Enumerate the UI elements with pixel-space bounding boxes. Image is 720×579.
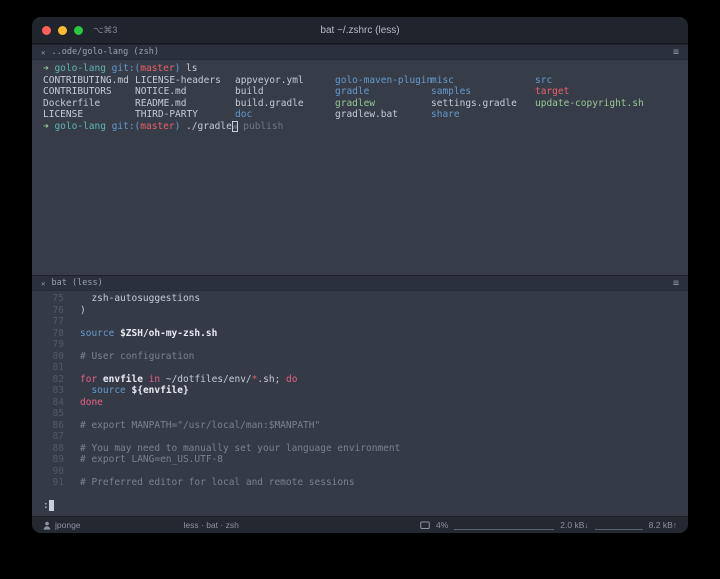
cpu-usage: 4% [436,520,448,530]
file-line: 91# Preferred editor for local and remot… [32,477,688,489]
file-line: 78source $ZSH/oh-my-zsh.sh [32,328,688,340]
top-pane-title: ..ode/golo-lang (zsh) [52,47,159,57]
file-line: 76) [32,305,688,317]
file-entry: samples [431,86,535,98]
status-widgets: 4% 2.0 kB↓ 8.2 kB↑ [420,520,677,530]
file-line: 86# export MANPATH="/usr/local/man:$MANP… [32,420,688,432]
prompt-line-current: ➜ golo-lang git:(master) ./gradlew publi… [43,121,688,133]
line-number: 91 [32,477,64,489]
close-pane-icon[interactable]: ✕ [41,48,46,57]
file-entry: build.gradle [235,98,335,110]
network-graph [595,520,643,530]
line-number: 81 [32,362,64,374]
line-number: 89 [32,454,64,466]
shell-pane[interactable]: ➜ golo-lang git:(master) ls CONTRIBUTING… [32,60,688,275]
status-bar: jponge less · bat · zsh 4% 2.0 kB↓ 8.2 k… [32,516,688,533]
file-line: 88# You may need to manually set your la… [32,443,688,455]
file-entry: THIRD-PARTY [135,109,235,121]
file-entry: build [235,86,335,98]
file-entry: gradlew [335,98,431,110]
close-window-button[interactable] [42,26,51,35]
ls-output: CONTRIBUTING.mdLICENSE-headersappveyor.y… [43,75,688,121]
line-number: 84 [32,397,64,409]
line-number: 85 [32,408,64,420]
file-entry: appveyor.yml [235,75,335,87]
file-line: 87 [32,431,688,443]
file-line: 89# export LANG=en_US.UTF-8 [32,454,688,466]
bottom-pane-title: bat (less) [52,278,103,288]
file-entry: LICENSE [43,109,135,121]
file-entry: NOTICE.md [135,86,235,98]
line-number: 82 [32,374,64,386]
window-shortcut-hint: ⌥⌘3 [93,25,117,36]
zoom-window-button[interactable] [74,26,83,35]
file-line: 83 source ${envfile} [32,385,688,397]
file-entry: doc [235,109,335,121]
top-pane-titlebar[interactable]: ✕ ..ode/golo-lang (zsh) ≡ [32,44,688,60]
file-line: 90 [32,466,688,478]
file-entry: share [431,109,535,121]
file-line: 84done [32,397,688,409]
file-entry: CONTRIBUTORS [43,86,135,98]
pane-menu-icon[interactable]: ≡ [673,278,679,289]
network-download: 2.0 kB↓ [560,520,588,530]
session-breadcrumb: less · bat · zsh [184,520,239,530]
close-pane-icon[interactable]: ✕ [41,279,46,288]
file-entry: gradlew.bat [335,109,431,121]
file-entry: README.md [135,98,235,110]
cpu-icon [420,521,430,530]
file-line: 77 [32,316,688,328]
line-number: 88 [32,443,64,455]
user-widget: jponge [43,520,81,530]
less-prompt: : [32,500,688,512]
file-entry: Dockerfile [43,98,135,110]
file-line: 75 zsh-autosuggestions [32,293,688,305]
file-entry: settings.gradle [431,98,535,110]
user-icon [43,521,51,530]
window-title: bat ~/.zshrc (less) [32,25,688,36]
line-number: 79 [32,339,64,351]
bottom-pane-titlebar[interactable]: ✕ bat (less) ≡ [32,275,688,291]
file-entry: target [535,86,688,98]
file-entry: golo-maven-plugin [335,75,431,87]
terminal-window: ⌥⌘3 bat ~/.zshrc (less) ✕ ..ode/golo-lan… [32,17,688,533]
line-number: 83 [32,385,64,397]
less-content: 75 zsh-autosuggestions76)7778source $ZSH… [32,293,688,489]
cpu-graph [454,520,554,530]
file-entry: update-copyright.sh [535,98,688,110]
line-number: 80 [32,351,64,363]
line-number: 86 [32,420,64,432]
line-number: 78 [32,328,64,340]
file-line: 82for envfile in ~/dotfiles/env/*.sh; do [32,374,688,386]
window-titlebar[interactable]: ⌥⌘3 bat ~/.zshrc (less) [32,17,688,44]
file-entry: CONTRIBUTING.md [43,75,135,87]
minimize-window-button[interactable] [58,26,67,35]
pane-menu-icon[interactable]: ≡ [673,47,679,58]
line-number: 75 [32,293,64,305]
file-line: 80# User configuration [32,351,688,363]
less-pane[interactable]: 75 zsh-autosuggestions76)7778source $ZSH… [32,291,688,516]
file-line: 79 [32,339,688,351]
line-number: 76 [32,305,64,317]
file-line: 85 [32,408,688,420]
file-entry: LICENSE-headers [135,75,235,87]
network-upload: 8.2 kB↑ [649,520,677,530]
user-name: jponge [55,520,81,530]
file-entry: gradle [335,86,431,98]
file-line: 81 [32,362,688,374]
line-number: 77 [32,316,64,328]
line-number: 87 [32,431,64,443]
file-entry: src [535,75,688,87]
line-number: 90 [32,466,64,478]
file-entry: misc [431,75,535,87]
prompt-line: ➜ golo-lang git:(master) ls [43,63,688,75]
